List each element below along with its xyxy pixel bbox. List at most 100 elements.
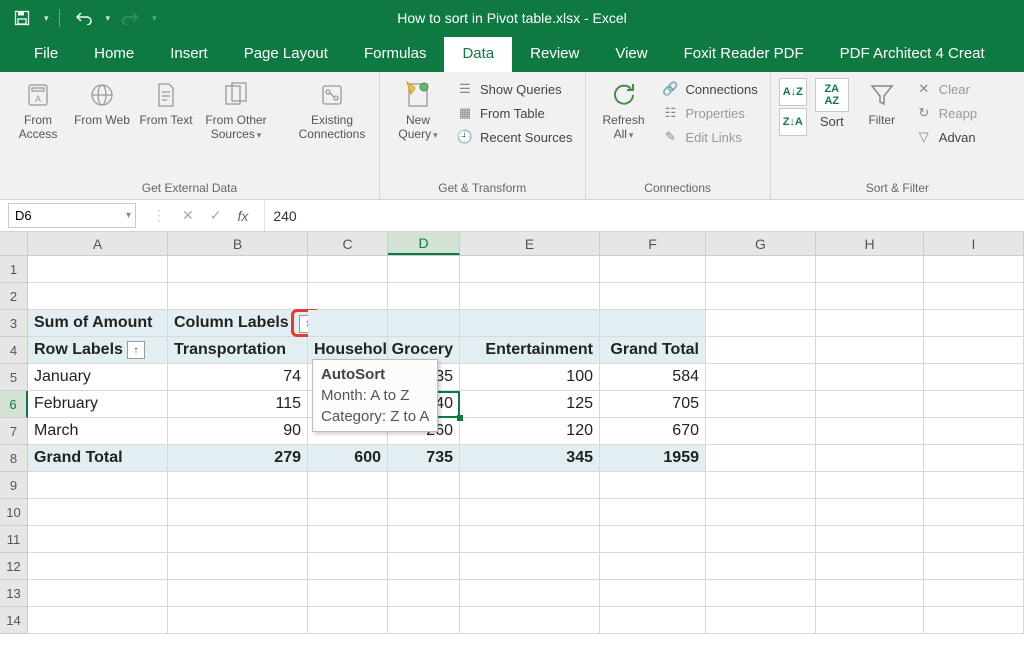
row-header[interactable]: 5 (0, 364, 28, 391)
cell[interactable] (600, 472, 706, 499)
tab-view[interactable]: View (597, 37, 665, 72)
cell[interactable] (600, 553, 706, 580)
cell[interactable] (924, 607, 1024, 634)
cell[interactable] (816, 310, 924, 337)
cell[interactable] (308, 526, 388, 553)
cell[interactable] (308, 553, 388, 580)
from-text-button[interactable]: From Text (136, 76, 196, 128)
fx-icon[interactable]: fx (231, 208, 254, 224)
cell[interactable] (388, 553, 460, 580)
col-header[interactable]: C (308, 232, 388, 255)
accept-formula-button[interactable]: ✓ (204, 207, 228, 224)
col-header[interactable]: D (388, 232, 460, 255)
cell[interactable] (706, 499, 816, 526)
from-web-button[interactable]: From Web (72, 76, 132, 128)
cell[interactable]: 735 (388, 445, 460, 472)
recent-sources-button[interactable]: 🕘Recent Sources (452, 126, 577, 148)
cell[interactable] (600, 310, 706, 337)
tab-pdfarchitect[interactable]: PDF Architect 4 Creat (822, 37, 1003, 72)
row-header[interactable]: 10 (0, 499, 28, 526)
tab-file[interactable]: File (16, 37, 76, 72)
cell[interactable]: 115 (168, 391, 308, 418)
cell[interactable] (924, 337, 1024, 364)
cell[interactable] (816, 418, 924, 445)
sort-za-button[interactable]: Z↓A (779, 108, 807, 136)
cell[interactable] (924, 580, 1024, 607)
tab-insert[interactable]: Insert (152, 37, 226, 72)
filter-button[interactable]: Filter (857, 76, 907, 128)
cell[interactable] (924, 526, 1024, 553)
col-header[interactable]: B (168, 232, 308, 255)
formula-input[interactable]: 240 (264, 200, 1024, 231)
chevron-down-icon[interactable]: ▾ (126, 210, 131, 221)
cell[interactable]: March (28, 418, 168, 445)
row-header[interactable]: 9 (0, 472, 28, 499)
cell[interactable] (460, 310, 600, 337)
cell[interactable] (816, 553, 924, 580)
name-box[interactable]: D6 ▾ (8, 203, 136, 228)
cell[interactable] (924, 553, 1024, 580)
cell[interactable]: 705 (600, 391, 706, 418)
cell[interactable] (816, 580, 924, 607)
cell[interactable] (388, 310, 460, 337)
cell[interactable] (388, 580, 460, 607)
cell[interactable] (460, 499, 600, 526)
tab-data[interactable]: Data (444, 37, 512, 72)
cell[interactable] (706, 607, 816, 634)
cell[interactable] (308, 607, 388, 634)
cell[interactable]: 120 (460, 418, 600, 445)
cell[interactable] (924, 364, 1024, 391)
cell[interactable] (706, 580, 816, 607)
show-queries-button[interactable]: ☰Show Queries (452, 78, 577, 100)
cell[interactable]: 1959 (600, 445, 706, 472)
col-header[interactable]: G (706, 232, 816, 255)
advanced-button[interactable]: ▽Advan (911, 126, 981, 148)
cell[interactable] (816, 337, 924, 364)
cell[interactable] (706, 310, 816, 337)
sort-az-button[interactable]: A↓Z (779, 78, 807, 106)
cell[interactable] (168, 283, 308, 310)
refresh-all-button[interactable]: Refresh All▾ (594, 76, 654, 142)
fill-handle[interactable] (457, 415, 463, 421)
cell[interactable] (308, 256, 388, 283)
cell[interactable] (706, 418, 816, 445)
qat-dropdown-icon[interactable]: ▾ (44, 13, 49, 24)
col-header[interactable]: I (924, 232, 1024, 255)
row-header[interactable]: 7 (0, 418, 28, 445)
cell[interactable] (924, 283, 1024, 310)
existing-connections-button[interactable]: Existing Connections (293, 76, 371, 142)
cell[interactable] (28, 607, 168, 634)
cell[interactable] (308, 499, 388, 526)
cell[interactable] (28, 256, 168, 283)
cell[interactable] (600, 499, 706, 526)
cell[interactable] (28, 580, 168, 607)
cell[interactable] (168, 472, 308, 499)
cell[interactable] (600, 607, 706, 634)
undo-dropdown-icon[interactable]: ▾ (106, 13, 111, 24)
cell[interactable]: February (28, 391, 168, 418)
cell[interactable] (388, 256, 460, 283)
col-header[interactable]: F (600, 232, 706, 255)
cell[interactable] (600, 256, 706, 283)
cell[interactable] (816, 526, 924, 553)
from-other-sources-button[interactable]: From Other Sources▾ (200, 76, 272, 142)
cell[interactable]: 100 (460, 364, 600, 391)
cell[interactable] (460, 472, 600, 499)
new-query-button[interactable]: New Query▾ (388, 76, 448, 142)
cell[interactable] (168, 256, 308, 283)
cell[interactable] (460, 526, 600, 553)
cell[interactable] (28, 283, 168, 310)
cell[interactable]: 600 (308, 445, 388, 472)
sort-button[interactable]: ZAAZ Sort (811, 76, 853, 131)
cell[interactable] (460, 256, 600, 283)
connections-button[interactable]: 🔗Connections (658, 78, 762, 100)
cell[interactable]: Grand Total (600, 337, 706, 364)
cell[interactable]: 584 (600, 364, 706, 391)
cell[interactable]: 670 (600, 418, 706, 445)
cell[interactable] (460, 580, 600, 607)
from-access-button[interactable]: A From Access (8, 76, 68, 142)
tab-formulas[interactable]: Formulas (346, 37, 445, 72)
cell[interactable] (388, 472, 460, 499)
cell[interactable] (168, 526, 308, 553)
cell[interactable]: Sum of Amount (28, 310, 168, 337)
